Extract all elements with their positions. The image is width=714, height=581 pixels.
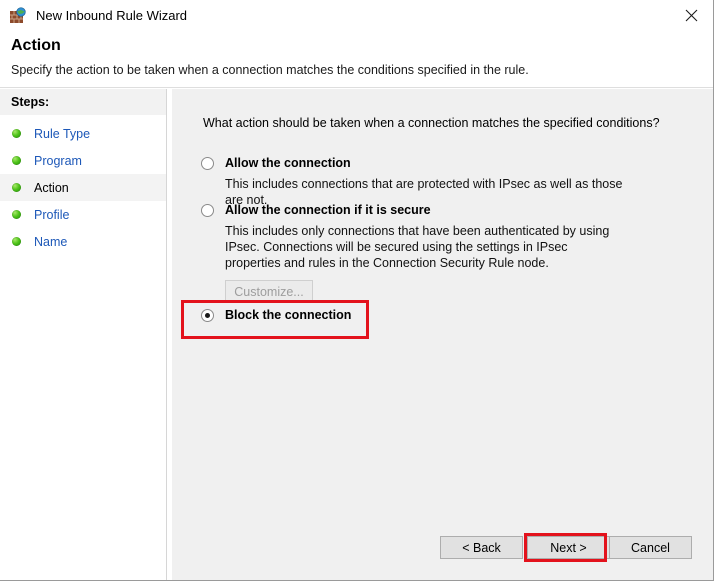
steps-heading-label: Steps: — [11, 94, 50, 109]
option-description: This includes only connections that have… — [225, 224, 610, 270]
step-bullet-icon — [12, 183, 21, 192]
sidebar-item-label: Rule Type — [34, 126, 91, 141]
option-allow-the-connection[interactable]: Allow the connection This includes conne… — [201, 156, 625, 208]
page-header: Action Specify the action to be taken wh… — [0, 31, 713, 88]
new-inbound-rule-wizard-dialog: New Inbound Rule Wizard Action Specify t… — [0, 0, 714, 581]
option-title: Allow the connection — [225, 156, 351, 170]
steps-list: Rule Type Program Action Profile Name — [0, 115, 166, 255]
content-panel: What action should be taken when a conne… — [172, 89, 713, 580]
firewall-globe-icon — [9, 6, 27, 25]
close-icon[interactable] — [669, 0, 713, 31]
sidebar-item-action[interactable]: Action — [0, 174, 166, 201]
step-bullet-icon — [12, 156, 21, 165]
option-title: Block the connection — [225, 308, 352, 322]
radio-block-the-connection[interactable] — [201, 309, 214, 322]
window-title: New Inbound Rule Wizard — [36, 7, 188, 23]
title-bar: New Inbound Rule Wizard — [0, 0, 713, 31]
sidebar-item-rule-type[interactable]: Rule Type — [0, 120, 166, 147]
cancel-button[interactable]: Cancel — [609, 536, 692, 559]
step-bullet-icon — [12, 210, 21, 219]
step-bullet-icon — [12, 129, 21, 138]
option-allow-if-secure[interactable]: Allow the connection if it is secure Thi… — [201, 203, 625, 303]
option-title: Allow the connection if it is secure — [225, 203, 431, 217]
page-subtitle: Specify the action to be taken when a co… — [11, 63, 529, 77]
sidebar-item-label: Action — [34, 180, 69, 195]
page-title: Action — [11, 37, 61, 54]
back-button[interactable]: < Back — [440, 536, 523, 559]
steps-sidebar: Steps: Rule Type Program Action Profile — [0, 89, 167, 580]
sidebar-item-label: Name — [34, 234, 68, 249]
next-button[interactable]: Next > — [527, 536, 610, 559]
sidebar-item-program[interactable]: Program — [0, 147, 166, 174]
steps-heading: Steps: — [0, 89, 166, 115]
customize-button[interactable]: Customize... — [225, 280, 313, 303]
action-question: What action should be taken when a conne… — [203, 116, 660, 130]
step-bullet-icon — [12, 237, 21, 246]
sidebar-item-label: Profile — [34, 207, 70, 222]
sidebar-item-name[interactable]: Name — [0, 228, 166, 255]
radio-allow-if-secure[interactable] — [201, 204, 214, 217]
option-block-the-connection[interactable]: Block the connection — [201, 308, 351, 323]
radio-allow-the-connection[interactable] — [201, 157, 214, 170]
sidebar-item-profile[interactable]: Profile — [0, 201, 166, 228]
sidebar-item-label: Program — [34, 153, 82, 168]
